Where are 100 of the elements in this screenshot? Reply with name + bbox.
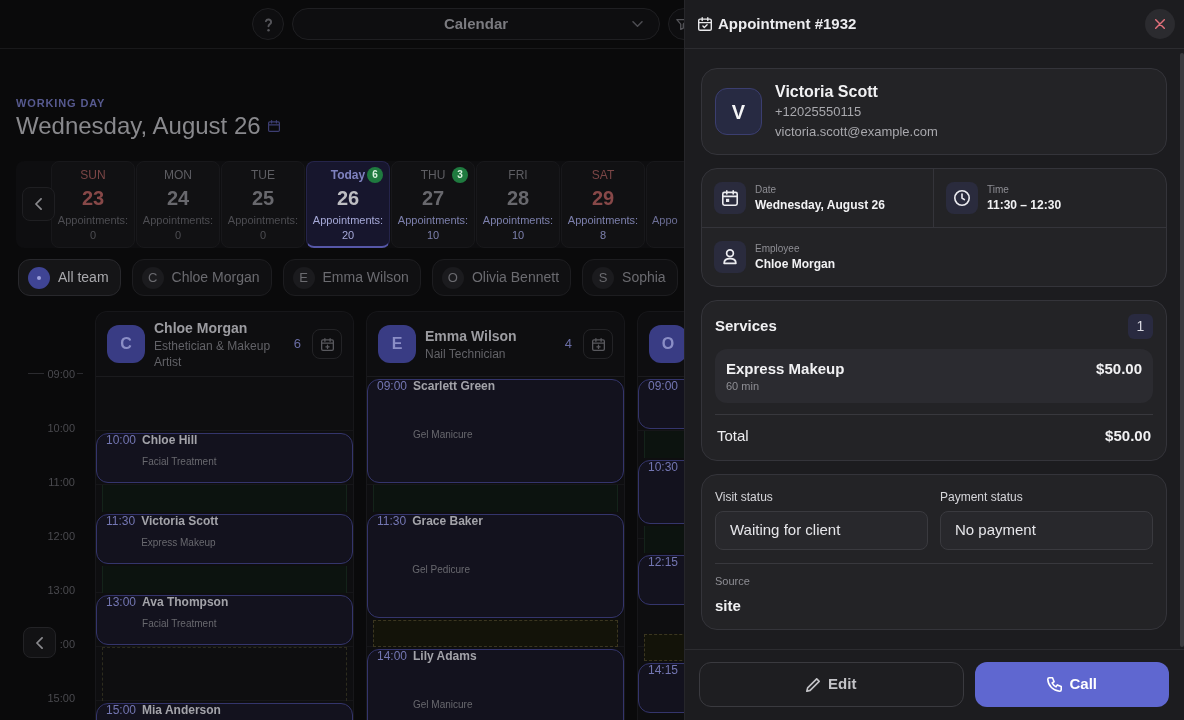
weekday-label: SUN — [80, 167, 106, 183]
service-name: Gel Pedicure — [412, 562, 470, 576]
previous-button[interactable] — [23, 627, 56, 658]
question-icon — [263, 16, 273, 32]
day-card[interactable]: FRI 28 Appointments: 10 — [476, 161, 560, 248]
appointment-card[interactable]: 10:30 — [638, 460, 684, 524]
appointments-label: Appointments: — [57, 213, 129, 227]
appointment-card[interactable]: 14:00 Lily Adams Gel Manicure — [367, 649, 624, 720]
avatar: C — [141, 266, 164, 289]
edit-button[interactable]: Edit — [699, 662, 964, 707]
client-phone: +12025550115 — [775, 102, 862, 121]
appointments-label: Appointments: — [567, 213, 639, 227]
team-filter-chip[interactable]: C Chloe Morgan — [131, 259, 272, 296]
appointment-card[interactable]: 13:00 Ava Thompson Facial Treatment — [96, 595, 353, 645]
client-email: victoria.scott@example.com — [775, 122, 938, 141]
client-name: Ava Thompson — [142, 596, 229, 608]
day-number: 24 — [166, 186, 190, 210]
appointment-card[interactable]: 10:00 Chloe Hill Facial Treatment — [96, 433, 353, 483]
day-card[interactable]: THU 27 Appointments: 10 3 — [391, 161, 475, 248]
services-title: Services — [715, 316, 777, 337]
chevron-down-icon — [632, 21, 643, 27]
day-card[interactable]: Today 26 Appointments: 20 6 — [306, 161, 390, 248]
weekday-label: MON — [164, 167, 192, 183]
avatar: S — [592, 266, 615, 289]
clock-icon — [946, 182, 978, 214]
appointment-card[interactable]: 14:15 — [638, 662, 684, 713]
help-button[interactable] — [252, 8, 284, 40]
detail-value: Chloe Morgan — [755, 256, 835, 272]
service-duration: 60 min — [726, 379, 760, 393]
service-name: Express Makeup — [141, 535, 216, 549]
calendar-icon — [267, 120, 280, 132]
service-price: $50.00 — [1096, 359, 1142, 379]
day-card[interactable]: Appo — [646, 161, 684, 248]
appointment-time: 14:15 — [648, 663, 679, 676]
team-filter-chip[interactable]: All team — [18, 259, 121, 296]
weekday-label: THU — [420, 167, 446, 183]
add-appointment-button[interactable] — [583, 329, 613, 359]
time-label: 15:00 — [47, 691, 75, 705]
detail-value: Wednesday, August 26 — [755, 197, 885, 213]
visit-status-field[interactable]: Waiting for client — [715, 511, 928, 550]
day-number: 26 — [336, 186, 360, 210]
appointment-card[interactable]: 12:15 — [638, 554, 684, 605]
avatar: E — [378, 325, 416, 363]
person-icon — [714, 241, 746, 273]
chevron-left-icon — [35, 198, 42, 210]
appointment-card[interactable]: 15:00 Mia Anderson — [96, 703, 353, 720]
appointment-time: 12:15 — [648, 555, 679, 568]
detail-label: Time — [987, 183, 1009, 196]
filter-icon — [676, 18, 684, 30]
appointment-time: 15:00 — [106, 704, 137, 716]
appointment-card[interactable]: 11:30 Victoria Scott Express Makeup — [96, 514, 353, 564]
view-dropdown[interactable]: Calendar — [292, 8, 660, 40]
appointment-card[interactable]: 09:00 — [638, 379, 684, 429]
detail-label: Date — [755, 183, 777, 196]
staff-name: Emma Wilson — [425, 327, 518, 346]
source-label: Source — [715, 574, 750, 588]
appointment-card[interactable]: 11:30 Grace Baker Gel Pedicure — [367, 514, 624, 618]
day-number: 28 — [506, 186, 530, 210]
staff-role: Esthetician & Makeup Artist — [154, 338, 272, 370]
service-name: Gel Manicure — [413, 427, 473, 441]
close-button[interactable] — [1145, 9, 1175, 39]
add-appointment-button[interactable] — [312, 329, 342, 359]
team-filter-chip[interactable]: S Sophia — [582, 259, 678, 296]
call-button[interactable]: Call — [974, 662, 1169, 707]
time-label: 13:00 — [47, 583, 75, 597]
payment-status-field[interactable]: No payment — [940, 511, 1153, 550]
total-label: Total — [717, 425, 749, 446]
appointments-label: Appointments: — [482, 213, 554, 227]
weekday-label: SAT — [591, 167, 615, 183]
dot-icon — [28, 266, 50, 289]
weekday-label: FRI — [508, 167, 528, 183]
appointments-count: 20 — [341, 228, 355, 242]
client-name: Chloe Hill — [142, 434, 198, 446]
appointments-label: Appo — [652, 213, 678, 227]
calendar-plus-icon — [591, 337, 605, 351]
avatar: C — [107, 325, 145, 363]
day-number: 29 — [591, 186, 615, 210]
date-title: Wednesday, August 26 — [16, 111, 261, 141]
time-label: :00 — [59, 637, 75, 651]
service-name: Facial Treatment — [142, 616, 217, 630]
service-name: Facial Treatment — [142, 454, 217, 468]
appointment-time: 11:30 — [106, 515, 136, 527]
appointment-card[interactable]: 09:00 Scarlett Green Gel Manicure — [367, 379, 624, 483]
team-filter-chip[interactable]: O Olivia Bennett — [431, 259, 572, 296]
avatar: O — [441, 266, 464, 289]
team-filter-chip[interactable]: E Emma Wilson — [282, 259, 421, 296]
previous-button[interactable] — [22, 187, 55, 221]
field-label: Visit status — [715, 489, 773, 505]
calendar-plus-icon — [320, 337, 334, 351]
service-name: Express Makeup — [726, 359, 845, 379]
time-label: 10:00 — [47, 421, 75, 435]
count-badge: 3 — [452, 167, 468, 183]
chevron-left-icon — [36, 636, 43, 649]
appointment-time: 13:00 — [106, 596, 137, 608]
day-number: 25 — [251, 186, 275, 210]
client-name: Mia Anderson — [142, 704, 221, 716]
field-label: Payment status — [940, 489, 1023, 505]
day-card[interactable]: SAT 29 Appointments: 8 — [561, 161, 645, 248]
weekday-label: Today — [330, 167, 366, 183]
appointment-time: 11:30 — [377, 515, 407, 527]
